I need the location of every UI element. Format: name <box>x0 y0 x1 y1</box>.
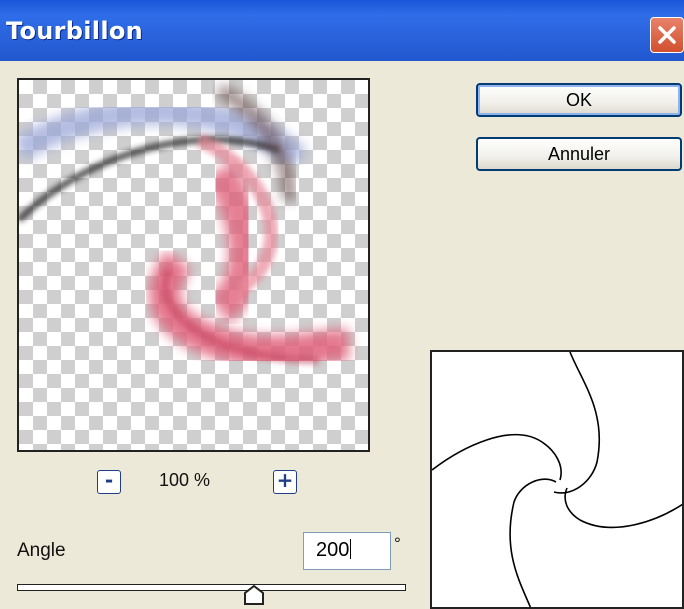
zoom-level: 100 % <box>159 470 211 490</box>
swirl-curve-diagram <box>432 352 682 607</box>
cancel-button[interactable]: Annuler <box>476 137 682 171</box>
zoom-out-button[interactable]: - <box>97 470 121 494</box>
close-icon <box>658 26 676 44</box>
angle-value: 200 <box>316 539 350 561</box>
swirl-curve-preview <box>430 350 684 609</box>
angle-input[interactable]: 200 <box>303 532 391 570</box>
ok-button[interactable]: OK <box>476 83 682 117</box>
window-title: Tourbillon <box>6 17 144 45</box>
degree-unit: ° <box>394 534 401 553</box>
swirl-preview <box>19 83 350 368</box>
close-button[interactable] <box>650 17 684 53</box>
zoom-in-button[interactable]: + <box>273 470 297 494</box>
title-bar: Tourbillon <box>0 0 684 61</box>
text-caret <box>350 539 352 559</box>
preview-image[interactable] <box>17 78 370 452</box>
angle-label: Angle <box>17 540 66 561</box>
zoom-controls: - 100 % + <box>95 470 305 500</box>
angle-slider-track[interactable] <box>17 584 406 591</box>
angle-slider-thumb[interactable] <box>244 585 264 605</box>
